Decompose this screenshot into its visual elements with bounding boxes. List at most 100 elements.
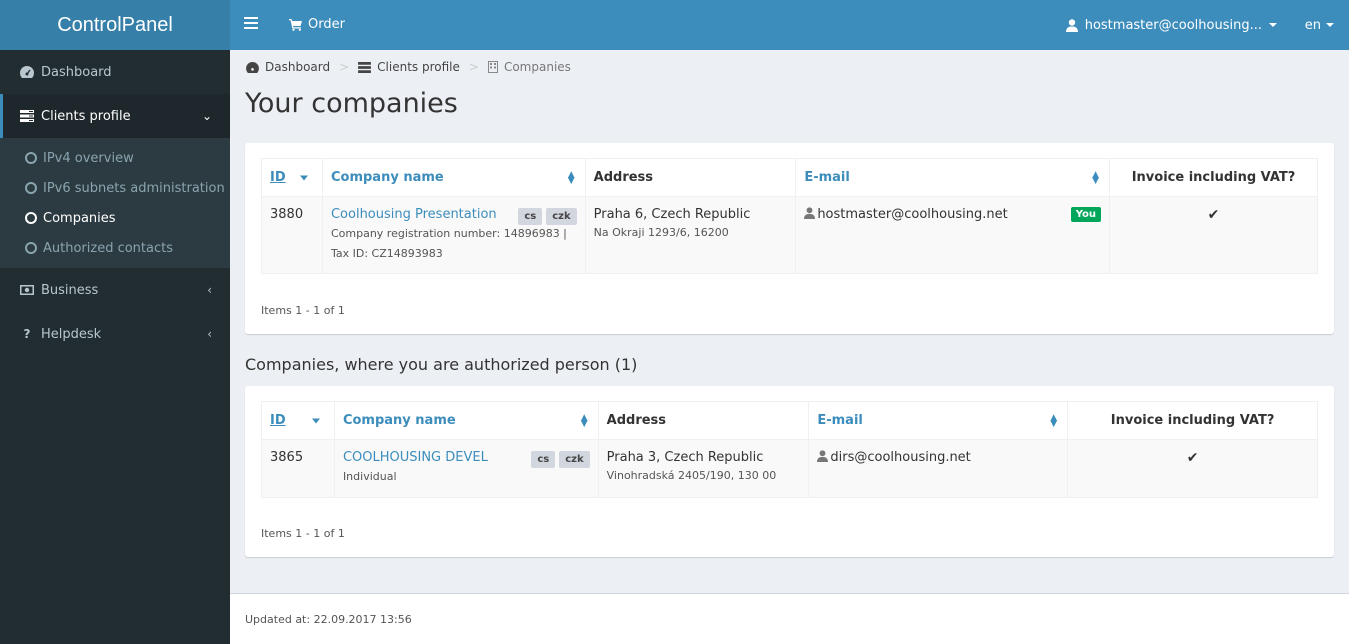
user-icon — [1065, 18, 1078, 32]
authorized-companies-table: ID Company name ▲ ▼ Address E-mail ▲ ▼ Invoi… — [261, 401, 1318, 498]
sort-icon: ▲ ▼ — [567, 169, 575, 186]
circle-icon — [25, 242, 37, 254]
user-email-label: hostmaster@coolhousing... — [1084, 17, 1262, 33]
table-row: 3880 Coolhousing Presentation cs czk Com… — [261, 196, 1318, 274]
sidebar-item-label: IPv4 overview — [43, 150, 134, 166]
user-icon — [817, 450, 829, 462]
sidebar-item-helpdesk[interactable]: ? Helpdesk ‹ — [0, 312, 230, 356]
circle-icon — [25, 182, 37, 194]
sidebar: Dashboard Clients profile ⌄ IPv4 overvie… — [0, 50, 230, 644]
cell-company: COOLHOUSING DEVEL cs czk Individual — [333, 439, 599, 498]
column-header-address: Address — [597, 401, 810, 440]
company-link[interactable]: Coolhousing Presentation — [331, 207, 497, 222]
breadcrumb-dashboard[interactable]: Dashboard — [265, 60, 330, 74]
language-label: en — [1304, 17, 1321, 33]
sidebar-item-dashboard[interactable]: Dashboard — [0, 50, 230, 94]
sidebar-item-authorized-contacts[interactable]: Authorized contacts — [0, 233, 230, 263]
language-menu[interactable]: en — [1305, 0, 1334, 50]
dashboard-icon — [20, 66, 34, 78]
breadcrumb: Dashboard > Clients profile > Companies — [246, 60, 571, 74]
email-text: hostmaster@coolhousing.net — [817, 207, 1008, 222]
caret-down-icon — [1326, 23, 1334, 27]
address-sub: Vinohradská 2405/190, 130 00 — [606, 469, 777, 482]
table-header-row: ID Company name ▲ ▼ Address E-mail ▲ ▼ Invoi… — [261, 401, 1318, 440]
sidebar-item-ipv6-subnets[interactable]: IPv6 subnets administration — [0, 173, 230, 203]
email-text: dirs@coolhousing.net — [830, 450, 971, 465]
cell-vat: ✔ — [1109, 196, 1318, 274]
breadcrumb-clients-profile[interactable]: Clients profile — [377, 60, 460, 74]
cart-icon — [289, 19, 302, 31]
updated-at-text: Updated at: 22.09.2017 13:56 — [245, 613, 412, 626]
cell-email: hostmaster@coolhousing.net You — [795, 196, 1111, 274]
cell-address: Praha 6, Czech Republic Na Okraji 1293/6… — [584, 196, 797, 274]
footer: Updated at: 22.09.2017 13:56 — [230, 593, 1349, 644]
building-icon — [487, 61, 498, 73]
money-icon — [20, 285, 34, 295]
company-details: Individual — [342, 470, 397, 483]
cell-id: 3880 — [261, 196, 323, 274]
currency-tag: czk — [546, 208, 577, 225]
sort-desc-icon — [299, 175, 308, 180]
sidebar-item-label: Authorized contacts — [43, 240, 174, 256]
order-link[interactable]: Order — [289, 0, 345, 50]
column-header-id[interactable]: ID — [261, 158, 323, 197]
you-badge: You — [1070, 207, 1102, 222]
sidebar-item-label: IPv6 subnets administration — [43, 180, 225, 196]
cell-email: dirs@coolhousing.net — [808, 439, 1069, 498]
sidebar-item-business[interactable]: Business ‹ — [0, 268, 230, 312]
main-content: Dashboard > Clients profile > Companies … — [230, 50, 1349, 593]
user-menu[interactable]: hostmaster@coolhousing... — [1065, 0, 1277, 50]
sidebar-toggle-icon[interactable] — [244, 17, 258, 33]
pagination-info: Items 1 - 1 of 1 — [261, 304, 345, 317]
address-main: Praha 6, Czech Republic — [593, 207, 751, 222]
column-header-vat: Invoice including VAT? — [1067, 401, 1318, 440]
column-header-email[interactable]: E-mail ▲ ▼ — [808, 401, 1069, 440]
sort-icon: ▲ ▼ — [580, 412, 588, 429]
breadcrumb-separator: > — [339, 60, 350, 74]
user-icon — [804, 207, 816, 219]
column-header-company-name[interactable]: Company name ▲ ▼ — [333, 401, 599, 440]
column-header-address: Address — [584, 158, 797, 197]
server-icon — [358, 61, 372, 73]
check-icon: ✔ — [1207, 207, 1220, 223]
clients-profile-submenu: IPv4 overview IPv6 subnets administratio… — [0, 138, 230, 268]
circle-icon — [25, 212, 37, 224]
question-icon: ? — [23, 327, 31, 341]
sidebar-item-clients-profile[interactable]: Clients profile ⌄ — [0, 94, 230, 138]
check-icon: ✔ — [1186, 450, 1199, 466]
company-details: Company registration number: 14896983 | … — [330, 227, 567, 260]
language-tag: cs — [531, 451, 556, 468]
sort-desc-icon — [311, 418, 320, 423]
company-link[interactable]: COOLHOUSING DEVEL — [343, 450, 488, 465]
language-tag: cs — [518, 208, 543, 225]
column-header-id[interactable]: ID — [261, 401, 335, 440]
breadcrumb-separator: > — [468, 60, 479, 74]
address-main: Praha 3, Czech Republic — [606, 450, 764, 465]
sort-icon: ▲ ▼ — [1050, 412, 1058, 429]
your-companies-table: ID Company name ▲ ▼ Address E-mail ▲ ▼ Invoi… — [261, 158, 1318, 274]
currency-tag: czk — [559, 451, 590, 468]
cell-company: Coolhousing Presentation cs czk Company … — [321, 196, 586, 274]
column-header-email[interactable]: E-mail ▲ ▼ — [795, 158, 1111, 197]
company-tags: cs czk — [518, 208, 577, 225]
page-title: Your companies — [245, 88, 458, 119]
app-logo[interactable]: ControlPanel — [0, 0, 230, 50]
column-header-company-name[interactable]: Company name ▲ ▼ — [321, 158, 586, 197]
table-row: 3865 COOLHOUSING DEVEL cs czk Individual… — [261, 439, 1318, 498]
dashboard-icon — [246, 61, 259, 73]
caret-down-icon — [1269, 23, 1277, 27]
sidebar-item-ipv4-overview[interactable]: IPv4 overview — [0, 143, 230, 173]
company-tags: cs czk — [531, 451, 590, 468]
top-navbar: ControlPanel Order hostmaster@coolhousin… — [0, 0, 1349, 50]
address-sub: Na Okraji 1293/6, 16200 — [593, 226, 729, 239]
your-companies-box: ID Company name ▲ ▼ Address E-mail ▲ ▼ Invoi… — [245, 143, 1334, 334]
pagination-info: Items 1 - 1 of 1 — [261, 527, 345, 540]
order-label: Order — [308, 17, 345, 32]
sidebar-item-companies[interactable]: Companies — [0, 203, 230, 233]
sort-icon: ▲ ▼ — [1092, 169, 1100, 186]
sidebar-item-label: Dashboard — [41, 64, 112, 80]
breadcrumb-companies: Companies — [503, 60, 571, 74]
cell-vat: ✔ — [1067, 439, 1318, 498]
table-header-row: ID Company name ▲ ▼ Address E-mail ▲ ▼ Invoi… — [261, 158, 1318, 197]
authorized-companies-box: ID Company name ▲ ▼ Address E-mail ▲ ▼ Invoi… — [245, 386, 1334, 557]
